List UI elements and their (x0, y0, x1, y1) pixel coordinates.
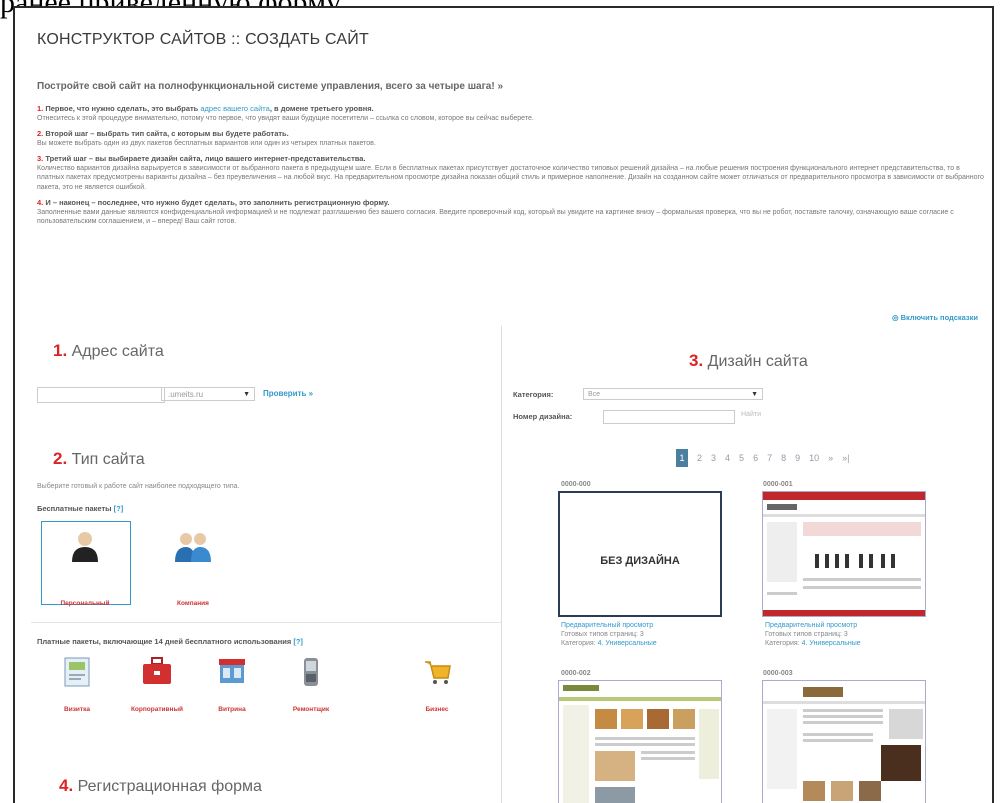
step-2: 2. Второй шаг – выбрать тип сайта, с кот… (37, 129, 987, 148)
step-4-body: Заполненные вами данные являются конфиде… (37, 208, 954, 226)
briefcase-icon (143, 657, 171, 684)
phone-icon (304, 658, 318, 686)
page-1[interactable]: 1 (676, 449, 688, 467)
design-thumbnail-001[interactable] (762, 491, 926, 617)
section-site-type: 2. Тип сайта (53, 449, 145, 468)
document-icon (64, 657, 90, 687)
design-number-input[interactable] (603, 410, 735, 424)
package-corporate[interactable]: Корпоративный (117, 656, 197, 713)
site-address-link[interactable]: адрес вашего сайта (200, 104, 269, 113)
design-category: Категория: 4. Универсальные (765, 640, 861, 647)
page-9[interactable]: 9 (795, 453, 800, 463)
group-icon (175, 533, 211, 562)
design-thumbnail-none[interactable]: БЕЗ ДИЗАЙНА (558, 491, 722, 617)
page-6[interactable]: 6 (753, 453, 758, 463)
page-4[interactable]: 4 (725, 453, 730, 463)
check-address-link[interactable]: Проверить » (263, 389, 313, 398)
website-preview-image (559, 681, 721, 803)
page-2[interactable]: 2 (697, 453, 702, 463)
find-button[interactable]: Найти (741, 411, 761, 418)
page-10[interactable]: 10 (809, 453, 819, 463)
website-preview-image (763, 687, 925, 801)
person-icon (72, 532, 98, 562)
design-category: Категория: 4. Универсальные (561, 640, 657, 647)
last-page-link[interactable]: »| (842, 453, 849, 463)
section-site-address: 1. Адрес сайта (53, 341, 164, 360)
chevron-down-icon: ▼ (243, 391, 250, 398)
paid-help-link[interactable]: [?] (293, 637, 303, 646)
step-2-body: Вы можете выбрать один из двух пакетов б… (37, 139, 376, 147)
domain-select[interactable]: .umeits.ru ▼ (161, 387, 255, 401)
paid-packages-heading: Платные пакеты, включающие 14 дней беспл… (37, 637, 303, 646)
section-site-design: 3. Дизайн сайта (689, 351, 808, 370)
column-divider (501, 326, 502, 803)
package-business[interactable]: Бизнес (407, 656, 467, 713)
design-code: 0000-002 (561, 670, 591, 677)
design-number-label: Номер дизайна: (513, 412, 573, 421)
site-address-input[interactable] (37, 387, 165, 403)
package-showcase[interactable]: Витрина (197, 656, 267, 713)
step-1: 1. Первое, что нужно сделать, это выбрат… (37, 104, 987, 123)
design-pages-count: Готовых типов страниц: 3 (561, 631, 644, 638)
site-type-hint: Выберите готовый к работе сайт наиболее … (37, 483, 240, 490)
design-code: 0000-001 (763, 481, 793, 488)
category-label: Категория: (513, 390, 554, 399)
storefront-icon (219, 659, 245, 683)
chevron-down-icon: ▼ (751, 391, 758, 398)
step-1-body: Отнеситесь к этой процедуре внимательно,… (37, 114, 534, 122)
packages-divider (31, 622, 501, 623)
step-3-body: Количество вариантов дизайна варьируется… (37, 164, 984, 191)
steps-list: 1. Первое, что нужно сделать, это выбрат… (37, 104, 987, 233)
page-8[interactable]: 8 (781, 453, 786, 463)
section-registration-form: 4. Регистрационная форма (59, 776, 262, 795)
package-personal[interactable]: Персональный (41, 530, 129, 607)
page-7[interactable]: 7 (767, 453, 772, 463)
design-code: 0000-003 (763, 670, 793, 677)
no-design-label: БЕЗ ДИЗАЙНА (600, 555, 680, 567)
free-help-link[interactable]: [?] (114, 504, 124, 513)
step-3: 3. Третий шаг – вы выбираете дизайн сайт… (37, 154, 987, 192)
page-3[interactable]: 3 (711, 453, 716, 463)
category-select[interactable]: Все ▼ (583, 388, 763, 400)
design-pages-count: Готовых типов страниц: 3 (765, 631, 848, 638)
browser-page-frame: КОНСТРУКТОР САЙТОВ :: СОЗДАТЬ САЙТ Постр… (13, 6, 994, 803)
design-thumbnail-002[interactable] (558, 680, 722, 803)
free-packages-heading: Бесплатные пакеты [?] (37, 504, 124, 513)
intro-text: Постройте свой сайт на полнофункциональн… (37, 81, 504, 92)
package-company[interactable]: Компания (149, 530, 237, 607)
website-preview-image (763, 492, 925, 616)
shopping-cart-icon (425, 661, 451, 684)
page-5[interactable]: 5 (739, 453, 744, 463)
step-4: 4. И – наконец – последнее, что нужно бу… (37, 198, 987, 227)
design-code: 0000-000 (561, 481, 591, 488)
package-repairer[interactable]: Ремонтщик (271, 656, 351, 713)
pagination: 1 2 3 4 5 6 7 8 9 10 » »| (676, 448, 850, 468)
preview-link[interactable]: Предварительный просмотр (561, 622, 653, 629)
preview-link[interactable]: Предварительный просмотр (765, 622, 857, 629)
page-title: КОНСТРУКТОР САЙТОВ :: СОЗДАТЬ САЙТ (37, 31, 369, 48)
design-thumbnail-003[interactable] (762, 680, 926, 803)
package-business-card[interactable]: Визитка (37, 656, 117, 713)
next-page-link[interactable]: » (828, 453, 833, 463)
enable-hints-link[interactable]: ◎ Включить подсказки (892, 313, 978, 322)
